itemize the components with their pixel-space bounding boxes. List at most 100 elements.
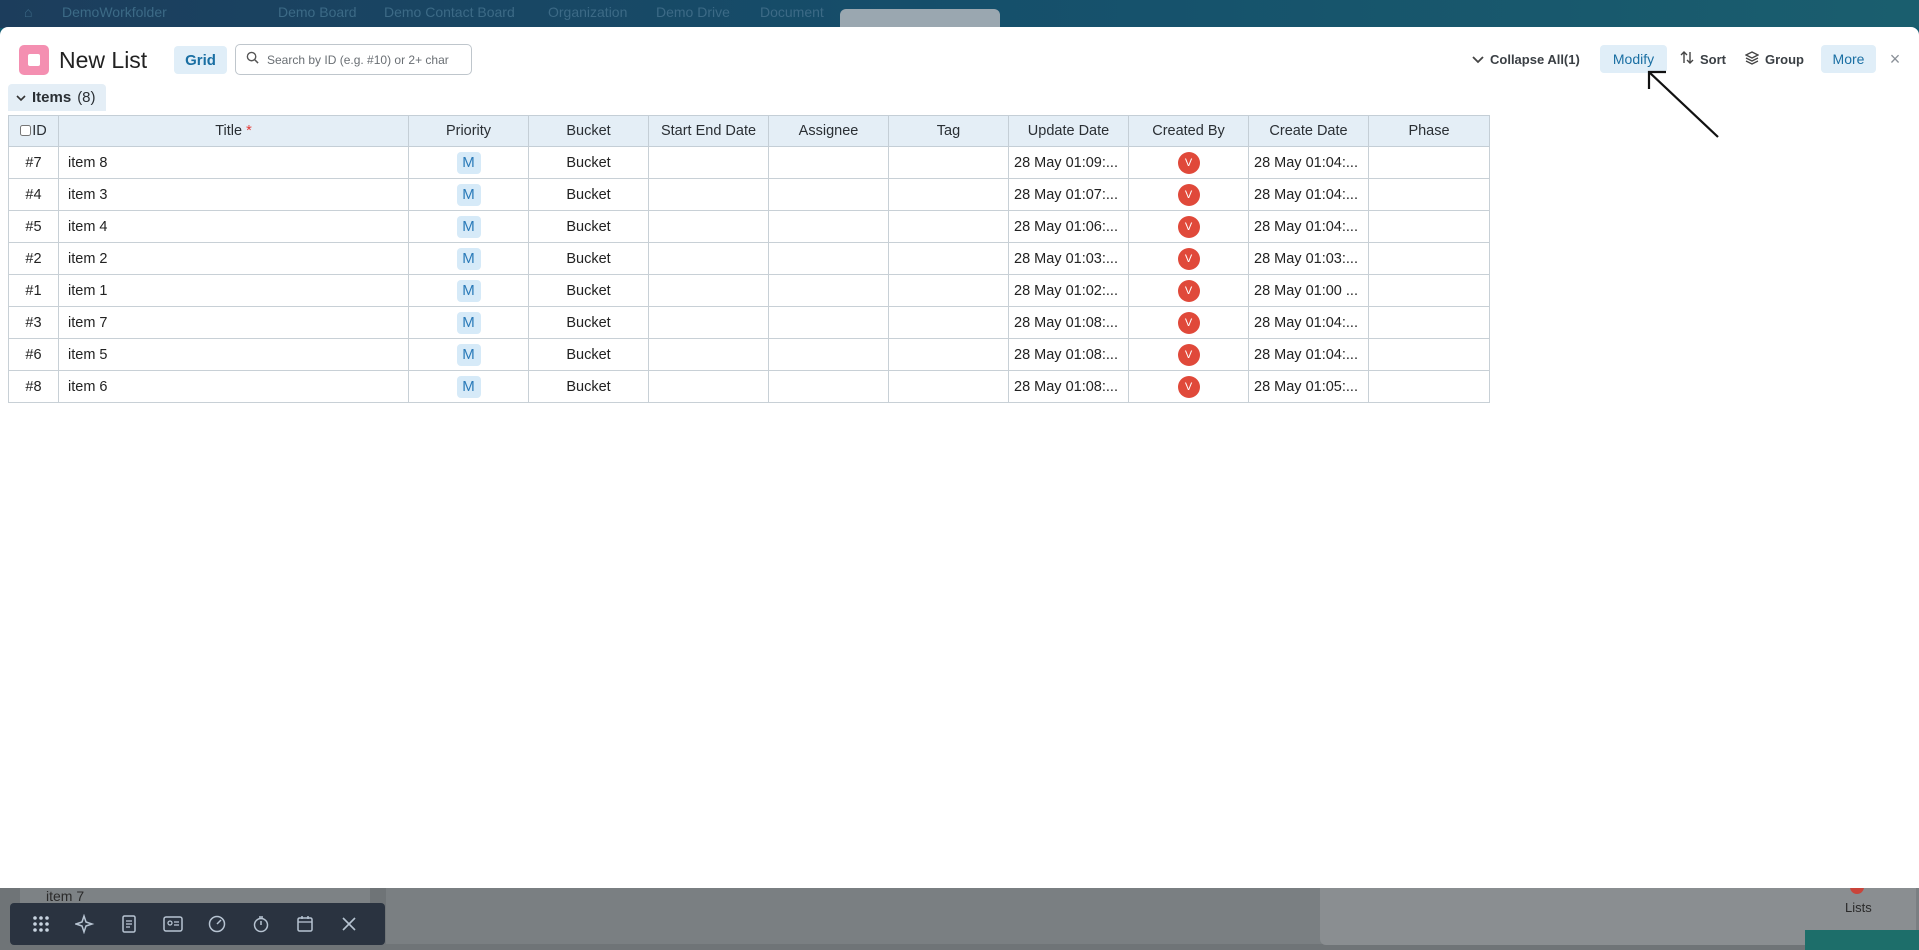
row-start-end-date-cell[interactable] — [648, 178, 769, 211]
created-by-cell[interactable]: V — [1128, 338, 1249, 371]
row-title-cell[interactable]: item 7 — [58, 306, 409, 339]
row-create-date-cell[interactable]: 28 May 01:03:... — [1248, 242, 1369, 275]
row-phase-cell[interactable] — [1368, 242, 1490, 275]
row-update-date-cell[interactable]: 28 May 01:09:... — [1008, 146, 1129, 179]
row-phase-cell[interactable] — [1368, 178, 1490, 211]
row-create-date-cell[interactable]: 28 May 01:04:... — [1248, 210, 1369, 243]
row-create-date-cell[interactable]: 28 May 01:04:... — [1248, 178, 1369, 211]
document-icon[interactable] — [114, 909, 144, 939]
created-by-cell[interactable]: V — [1128, 370, 1249, 403]
row-tag-cell[interactable] — [888, 178, 1009, 211]
priority-cell[interactable]: M — [408, 210, 529, 243]
row-create-date-cell[interactable]: 28 May 01:05:... — [1248, 370, 1369, 403]
row-bucket-cell[interactable]: Bucket — [528, 370, 649, 403]
select-all-checkbox[interactable] — [20, 125, 32, 136]
priority-cell[interactable]: M — [408, 242, 529, 275]
priority-cell[interactable]: M — [408, 370, 529, 403]
row-assignee-cell[interactable] — [768, 274, 889, 307]
row-phase-cell[interactable] — [1368, 274, 1490, 307]
sparkle-icon[interactable] — [70, 909, 100, 939]
row-create-date-cell[interactable]: 28 May 01:04:... — [1248, 306, 1369, 339]
row-title-cell[interactable]: item 8 — [58, 146, 409, 179]
created-by-cell[interactable]: V — [1128, 274, 1249, 307]
table-row[interactable]: #8 item 6 M Bucket 28 May 01:08:... V 28 May 0… — [8, 370, 1490, 403]
timer-icon[interactable] — [246, 909, 276, 939]
created-by-cell[interactable]: V — [1128, 178, 1249, 211]
row-bucket-cell[interactable]: Bucket — [528, 210, 649, 243]
row-tag-cell[interactable] — [888, 274, 1009, 307]
row-start-end-date-cell[interactable] — [648, 274, 769, 307]
row-bucket-cell[interactable]: Bucket — [528, 178, 649, 211]
created-by-cell[interactable]: V — [1128, 146, 1249, 179]
row-update-date-cell[interactable]: 28 May 01:07:... — [1008, 178, 1129, 211]
row-phase-cell[interactable] — [1368, 210, 1490, 243]
row-bucket-cell[interactable]: Bucket — [528, 306, 649, 339]
column-header-id[interactable]: ID — [8, 115, 59, 147]
priority-cell[interactable]: M — [408, 274, 529, 307]
row-phase-cell[interactable] — [1368, 338, 1490, 371]
table-row[interactable]: #2 item 2 M Bucket 28 May 01:03:... V 28 May 0… — [8, 242, 1490, 275]
row-assignee-cell[interactable] — [768, 210, 889, 243]
column-header-update-date[interactable]: Update Date — [1008, 115, 1129, 147]
apps-grid-icon[interactable] — [26, 909, 56, 939]
table-row[interactable]: #1 item 1 M Bucket 28 May 01:02:... V 28 May 0… — [8, 274, 1490, 307]
search-box[interactable] — [235, 44, 472, 75]
row-bucket-cell[interactable]: Bucket — [528, 338, 649, 371]
row-create-date-cell[interactable]: 28 May 01:00 ... — [1248, 274, 1369, 307]
row-start-end-date-cell[interactable] — [648, 338, 769, 371]
grid-view-button[interactable]: Grid — [174, 46, 227, 74]
column-header-start-end-date[interactable]: Start End Date — [648, 115, 769, 147]
row-title-cell[interactable]: item 1 — [58, 274, 409, 307]
row-title-cell[interactable]: item 5 — [58, 338, 409, 371]
priority-cell[interactable]: M — [408, 338, 529, 371]
row-id-cell[interactable]: #6 — [8, 338, 59, 371]
search-input[interactable] — [265, 51, 464, 68]
column-header-bucket[interactable]: Bucket — [528, 115, 649, 147]
column-header-title[interactable]: Title * — [58, 115, 409, 147]
row-assignee-cell[interactable] — [768, 242, 889, 275]
row-tag-cell[interactable] — [888, 210, 1009, 243]
column-header-created-by[interactable]: Created By — [1128, 115, 1249, 147]
row-assignee-cell[interactable] — [768, 178, 889, 211]
priority-cell[interactable]: M — [408, 146, 529, 179]
row-title-cell[interactable]: item 6 — [58, 370, 409, 403]
row-tag-cell[interactable] — [888, 370, 1009, 403]
column-header-create-date[interactable]: Create Date — [1248, 115, 1369, 147]
row-id-cell[interactable]: #8 — [8, 370, 59, 403]
row-id-cell[interactable]: #3 — [8, 306, 59, 339]
collapse-all-button[interactable]: Collapse All(1) — [1472, 45, 1580, 73]
row-update-date-cell[interactable]: 28 May 01:03:... — [1008, 242, 1129, 275]
row-start-end-date-cell[interactable] — [648, 146, 769, 179]
row-start-end-date-cell[interactable] — [648, 306, 769, 339]
row-tag-cell[interactable] — [888, 146, 1009, 179]
row-tag-cell[interactable] — [888, 242, 1009, 275]
row-update-date-cell[interactable]: 28 May 01:08:... — [1008, 338, 1129, 371]
tools-icon[interactable] — [334, 909, 364, 939]
calendar-icon[interactable] — [290, 909, 320, 939]
table-row[interactable]: #3 item 7 M Bucket 28 May 01:08:... V 28 May 0… — [8, 306, 1490, 339]
column-header-tag[interactable]: Tag — [888, 115, 1009, 147]
group-button[interactable]: Group — [1744, 45, 1804, 73]
row-assignee-cell[interactable] — [768, 338, 889, 371]
row-id-cell[interactable]: #7 — [8, 146, 59, 179]
row-id-cell[interactable]: #4 — [8, 178, 59, 211]
row-start-end-date-cell[interactable] — [648, 210, 769, 243]
row-bucket-cell[interactable]: Bucket — [528, 274, 649, 307]
table-row[interactable]: #5 item 4 M Bucket 28 May 01:06:... V 28 May 0… — [8, 210, 1490, 243]
created-by-cell[interactable]: V — [1128, 210, 1249, 243]
row-create-date-cell[interactable]: 28 May 01:04:... — [1248, 338, 1369, 371]
row-start-end-date-cell[interactable] — [648, 370, 769, 403]
table-row[interactable]: #7 item 8 M Bucket 28 May 01:09:... V 28 May 0… — [8, 146, 1490, 179]
created-by-cell[interactable]: V — [1128, 306, 1249, 339]
created-by-cell[interactable]: V — [1128, 242, 1249, 275]
column-header-priority[interactable]: Priority — [408, 115, 529, 147]
row-title-cell[interactable]: item 2 — [58, 242, 409, 275]
priority-cell[interactable]: M — [408, 306, 529, 339]
row-id-cell[interactable]: #5 — [8, 210, 59, 243]
row-assignee-cell[interactable] — [768, 370, 889, 403]
row-title-cell[interactable]: item 4 — [58, 210, 409, 243]
row-update-date-cell[interactable]: 28 May 01:02:... — [1008, 274, 1129, 307]
row-assignee-cell[interactable] — [768, 146, 889, 179]
row-id-cell[interactable]: #2 — [8, 242, 59, 275]
row-phase-cell[interactable] — [1368, 370, 1490, 403]
